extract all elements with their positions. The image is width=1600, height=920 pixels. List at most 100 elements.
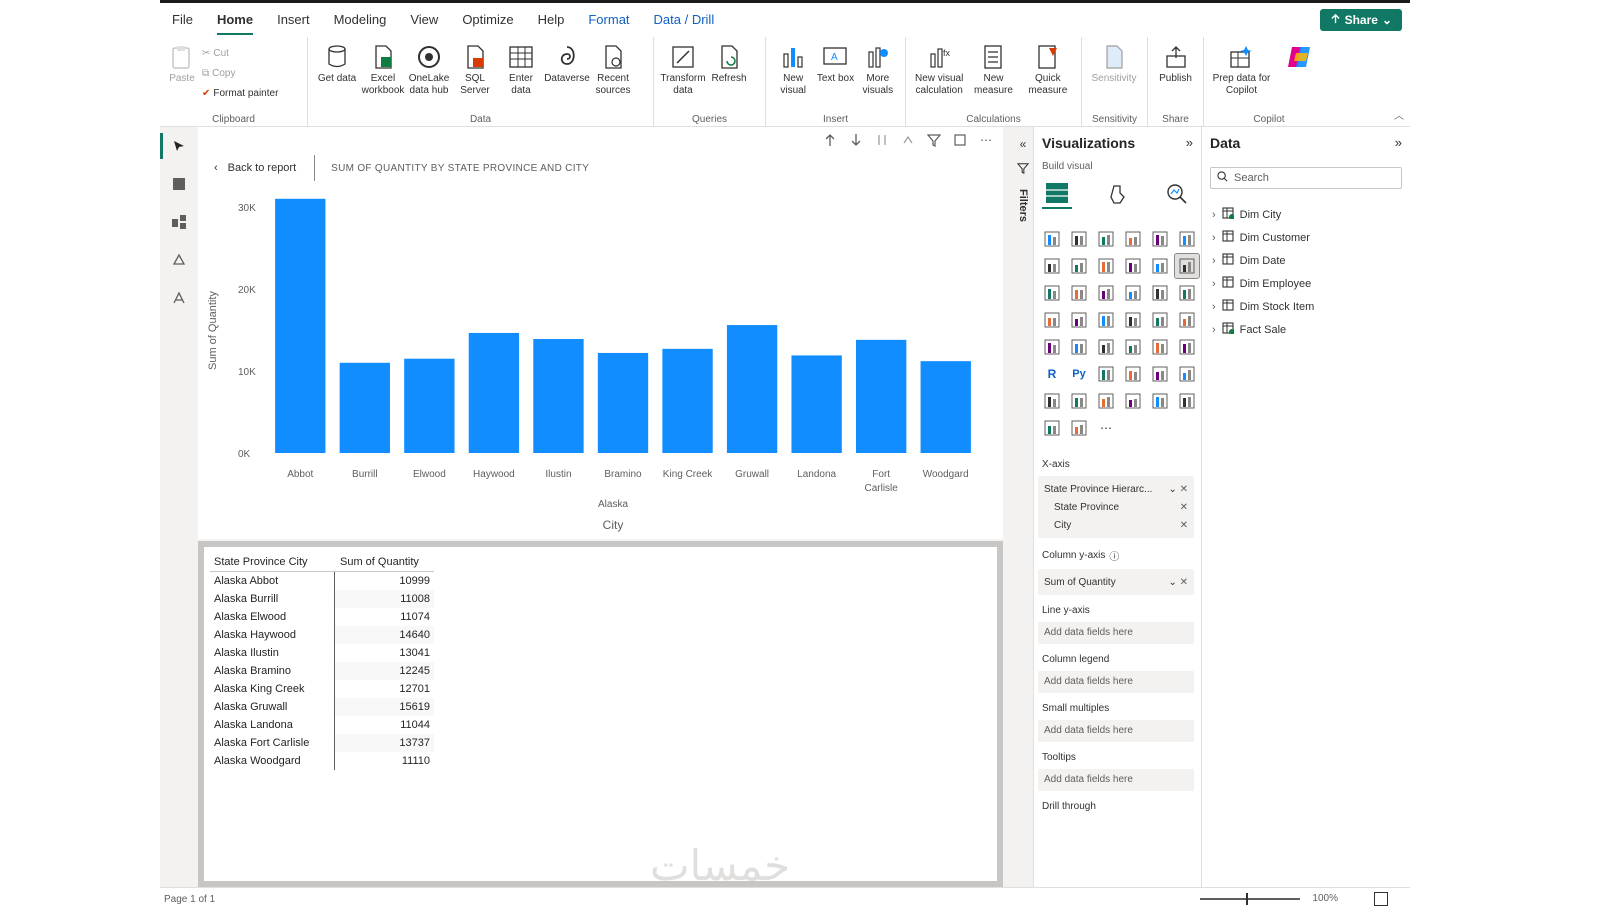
drill-down-icon[interactable]	[847, 131, 865, 149]
data-table-item[interactable]: › Dim Employee	[1212, 272, 1314, 295]
key-influencers-visual-icon[interactable]	[1094, 362, 1118, 386]
chart-bar[interactable]	[404, 358, 455, 453]
table-row[interactable]: Alaska Woodgard 11110	[210, 751, 434, 770]
clustered-bar-visual-icon[interactable]	[1094, 227, 1118, 251]
paginated-report-visual-icon[interactable]	[1067, 389, 1091, 413]
collapse-pane-icon[interactable]: »	[1186, 135, 1193, 150]
funnel-visual-icon[interactable]	[1094, 281, 1118, 305]
matrix-visual[interactable]: State Province City Sum of Quantity Alas…	[198, 541, 1003, 887]
table-view-icon[interactable]	[160, 165, 198, 203]
collapse-pane-icon[interactable]: »	[1395, 135, 1402, 150]
table-row[interactable]: Alaska Haywood 14640	[210, 625, 434, 644]
kpi-visual-icon[interactable]	[1094, 335, 1118, 359]
map-visual-icon[interactable]	[1067, 308, 1091, 332]
data-search-input[interactable]	[1234, 172, 1384, 184]
chart-bar[interactable]	[662, 348, 713, 453]
menu-help[interactable]: Help	[526, 3, 577, 37]
filled-map-visual-icon[interactable]	[1094, 308, 1118, 332]
waterfall-visual-icon[interactable]	[1067, 281, 1091, 305]
new-card-visual-icon[interactable]	[1175, 389, 1199, 413]
zoom-slider[interactable]	[1200, 893, 1300, 905]
text-box-button[interactable]: A Text box	[814, 43, 856, 85]
xaxis-field-hierarchy[interactable]: State Province Hierarc... ⌄ ✕	[1044, 480, 1188, 498]
chart-bar[interactable]	[791, 355, 842, 453]
excel-workbook-button[interactable]: Excel workbook	[360, 43, 406, 97]
report-view-icon[interactable]	[160, 127, 198, 165]
stacked-area-visual-icon[interactable]	[1094, 254, 1118, 278]
line-and-stacked-column-visual-icon[interactable]	[1148, 254, 1172, 278]
python-visual-icon[interactable]: Py	[1067, 362, 1091, 386]
remove-field-icon[interactable]: ✕	[1180, 502, 1188, 513]
xaxis-field-city[interactable]: City ✕	[1044, 516, 1188, 534]
power-apps-visual-icon[interactable]	[1094, 389, 1118, 413]
table-row[interactable]: Alaska Fort Carlisle 13737	[210, 733, 434, 752]
data-table-item[interactable]: › Dim Customer	[1212, 226, 1314, 249]
chart-bar[interactable]	[726, 325, 778, 453]
chart-bar[interactable]	[275, 198, 326, 453]
menu-optimize[interactable]: Optimize	[450, 3, 525, 37]
table-row[interactable]: Alaska Gruwall 15619	[210, 697, 434, 716]
remove-field-icon[interactable]: ✕	[1180, 520, 1188, 531]
azure-maps-layer-visual-icon[interactable]	[1040, 416, 1064, 440]
focus-mode-icon[interactable]	[951, 131, 969, 149]
data-table-item[interactable]: › Fact Sale	[1212, 318, 1314, 341]
new-visual-calculation-button[interactable]: fx New visual calculation	[912, 43, 966, 97]
table-row[interactable]: Alaska Abbot 10999	[210, 571, 434, 590]
menu-format[interactable]: Format	[576, 3, 641, 37]
share-button[interactable]: Share ⌄	[1319, 9, 1402, 31]
stacked-bar-visual-icon[interactable]	[1040, 227, 1064, 251]
info-icon[interactable]: ⓘ	[1109, 548, 1119, 563]
chart-bar[interactable]	[533, 339, 584, 453]
copy-button[interactable]: ⧉ Copy	[202, 65, 278, 81]
analytics-icon[interactable]	[1162, 179, 1192, 209]
tmdl-view-icon[interactable]	[160, 279, 198, 317]
smart-narrative-visual-icon[interactable]	[1175, 362, 1199, 386]
sql-server-button[interactable]: SQL Server	[452, 43, 498, 97]
fit-to-page-button[interactable]	[1374, 892, 1388, 906]
100-stacked-column-visual-icon[interactable]	[1175, 227, 1199, 251]
azure-map-visual-icon[interactable]	[1121, 308, 1145, 332]
ribbon-visual-icon[interactable]	[1040, 281, 1064, 305]
chart-bar[interactable]	[597, 352, 649, 453]
donut-visual-icon[interactable]	[1175, 281, 1199, 305]
enter-data-button[interactable]: Enter data	[498, 43, 544, 97]
yaxis-field-quantity[interactable]: Sum of Quantity ⌄ ✕	[1044, 573, 1188, 591]
chevron-right-icon[interactable]: ›	[1212, 232, 1216, 244]
menu-insert[interactable]: Insert	[265, 3, 322, 37]
stacked-column-visual-icon[interactable]	[1067, 227, 1091, 251]
next-level-icon[interactable]	[873, 131, 891, 149]
table-row[interactable]: Alaska Elwood 11074	[210, 607, 434, 626]
multi-row-card-visual-icon[interactable]	[1067, 335, 1091, 359]
paste-button[interactable]: Paste	[166, 43, 198, 85]
data-table-item[interactable]: › Dim Date	[1212, 249, 1314, 272]
line-well-dropzone[interactable]: Add data fields here	[1038, 622, 1194, 644]
matrix-header-quantity[interactable]: Sum of Quantity	[334, 553, 434, 572]
more-options-icon[interactable]: ⋯	[977, 131, 995, 149]
transform-data-button[interactable]: Transform data	[660, 43, 706, 97]
100-stacked-bar-visual-icon[interactable]	[1148, 227, 1172, 251]
collapse-ribbon-icon[interactable]: ︿	[1394, 107, 1404, 122]
table-row[interactable]: Alaska Burrill 11008	[210, 589, 434, 608]
refresh-button[interactable]: Refresh	[706, 43, 752, 85]
data-table-item[interactable]: › Dim Stock Item	[1212, 295, 1314, 318]
gauge-visual-icon[interactable]	[1175, 308, 1199, 332]
more-visuals-visual-icon[interactable]: ⋯	[1094, 416, 1118, 440]
copilot-button[interactable]	[1273, 43, 1328, 73]
chevron-down-icon[interactable]: ⌄	[1168, 484, 1176, 495]
legend-well-dropzone[interactable]: Add data fields here	[1038, 671, 1194, 693]
format-visual-icon[interactable]	[1102, 179, 1132, 209]
format-painter-button[interactable]: ✔ Format painter	[202, 85, 278, 101]
menu-modeling[interactable]: Modeling	[322, 3, 399, 37]
slicer-visual-icon[interactable]	[1121, 335, 1145, 359]
filters-label[interactable]: Filters	[1017, 189, 1029, 222]
menu-home[interactable]: Home	[205, 3, 265, 37]
get-data-button[interactable]: Get data	[314, 43, 360, 85]
table-row[interactable]: Alaska King Creek 12701	[210, 679, 434, 698]
table-row[interactable]: Alaska Landona 11044	[210, 715, 434, 734]
menu-file[interactable]: File	[160, 3, 205, 37]
goals-visual-icon[interactable]	[1040, 389, 1064, 413]
table-visual-icon[interactable]	[1148, 335, 1172, 359]
100-stacked-area-visual-icon[interactable]	[1121, 254, 1145, 278]
recent-sources-button[interactable]: Recent sources	[590, 43, 636, 97]
back-to-report-button[interactable]: ‹ Back to report	[214, 155, 316, 181]
